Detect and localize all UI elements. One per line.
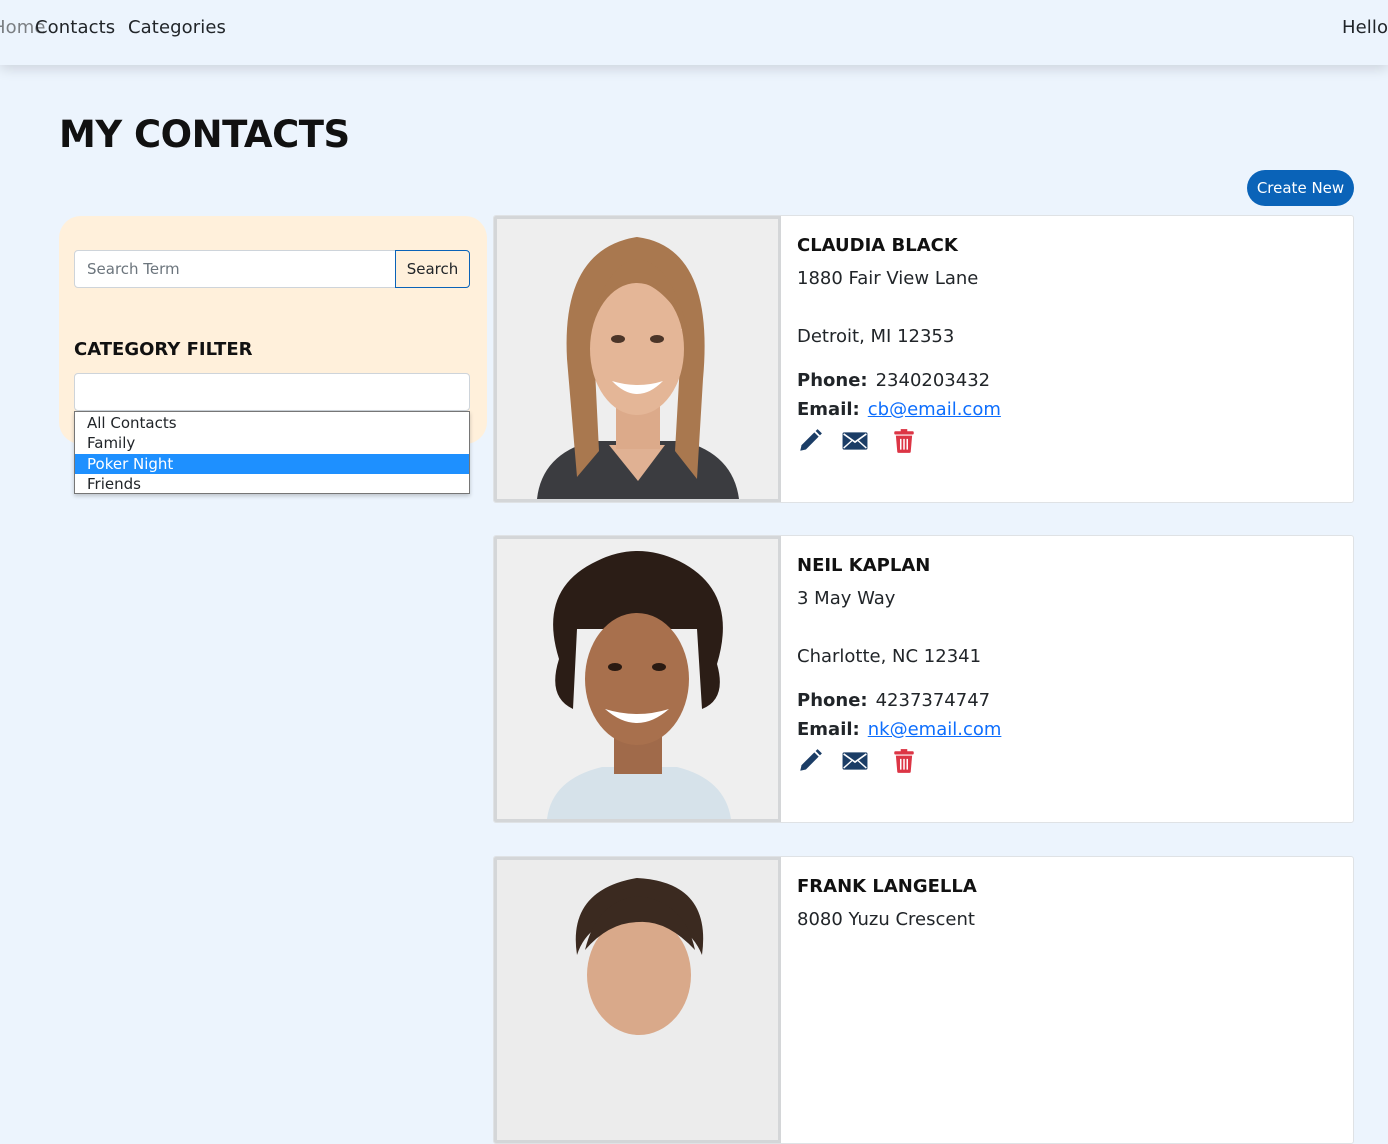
search-button[interactable]: Search	[395, 250, 470, 288]
category-option-family[interactable]: Family	[75, 433, 469, 453]
category-option-all-contacts[interactable]: All Contacts	[75, 413, 469, 433]
search-input[interactable]: Search Term	[74, 250, 396, 288]
contact-name: FRANK LANGELLA	[797, 876, 977, 897]
envelope-icon[interactable]	[842, 428, 868, 454]
search-placeholder: Search Term	[87, 260, 180, 278]
trash-icon[interactable]	[891, 748, 917, 774]
contact-photo	[494, 857, 781, 1143]
create-new-button[interactable]: Create New	[1247, 170, 1354, 206]
page-title: MY CONTACTS	[59, 113, 350, 156]
contact-actions	[797, 428, 927, 454]
phone-label: Phone:	[797, 370, 868, 391]
contact-email-row: Email: cb@email.com	[797, 399, 1001, 420]
category-dropdown-list: All Contacts Family Poker Night Friends	[74, 411, 470, 494]
pencil-icon[interactable]	[797, 748, 823, 774]
contact-photo	[494, 536, 781, 822]
contact-city: Detroit, MI 12353	[797, 326, 955, 347]
contact-phone-row: Phone: 4237374747	[797, 690, 990, 711]
contact-photo	[494, 216, 781, 502]
contact-email-link[interactable]: cb@email.com	[868, 399, 1001, 420]
trash-icon[interactable]	[891, 428, 917, 454]
filter-sidebar: Search Term Search CATEGORY FILTER	[59, 216, 487, 444]
category-filter-title: CATEGORY FILTER	[74, 339, 253, 360]
email-label: Email:	[797, 399, 860, 420]
email-label: Email:	[797, 719, 860, 740]
contact-card: NEIL KAPLAN 3 May Way Charlotte, NC 1234…	[493, 535, 1354, 823]
contact-card: CLAUDIA BLACK 1880 Fair View Lane Detroi…	[493, 215, 1354, 503]
contact-card: FRANK LANGELLA 8080 Yuzu Crescent	[493, 856, 1354, 1144]
pencil-icon[interactable]	[797, 428, 823, 454]
contact-street: 3 May Way	[797, 588, 896, 609]
contact-phone: 2340203432	[875, 370, 991, 391]
category-select[interactable]	[74, 373, 470, 411]
contact-phone: 4237374747	[875, 690, 991, 711]
contact-street: 8080 Yuzu Crescent	[797, 909, 975, 930]
user-greeting[interactable]: Hello	[1342, 17, 1388, 38]
contact-city: Charlotte, NC 12341	[797, 646, 982, 667]
contact-name: CLAUDIA BLACK	[797, 235, 958, 256]
contact-phone-row: Phone: 2340203432	[797, 370, 990, 391]
contact-email-row: Email: nk@email.com	[797, 719, 1001, 740]
top-navbar: Home Contacts Categories Hello	[0, 0, 1388, 65]
category-option-poker-night[interactable]: Poker Night	[75, 453, 469, 474]
contact-name: NEIL KAPLAN	[797, 555, 931, 576]
phone-label: Phone:	[797, 690, 868, 711]
contact-email-link[interactable]: nk@email.com	[868, 719, 1002, 740]
contact-actions	[797, 748, 927, 774]
nav-contacts-link[interactable]: Contacts	[35, 17, 115, 38]
contact-street: 1880 Fair View Lane	[797, 268, 979, 289]
nav-categories-link[interactable]: Categories	[128, 17, 226, 38]
envelope-icon[interactable]	[842, 748, 868, 774]
category-option-friends[interactable]: Friends	[75, 474, 469, 494]
